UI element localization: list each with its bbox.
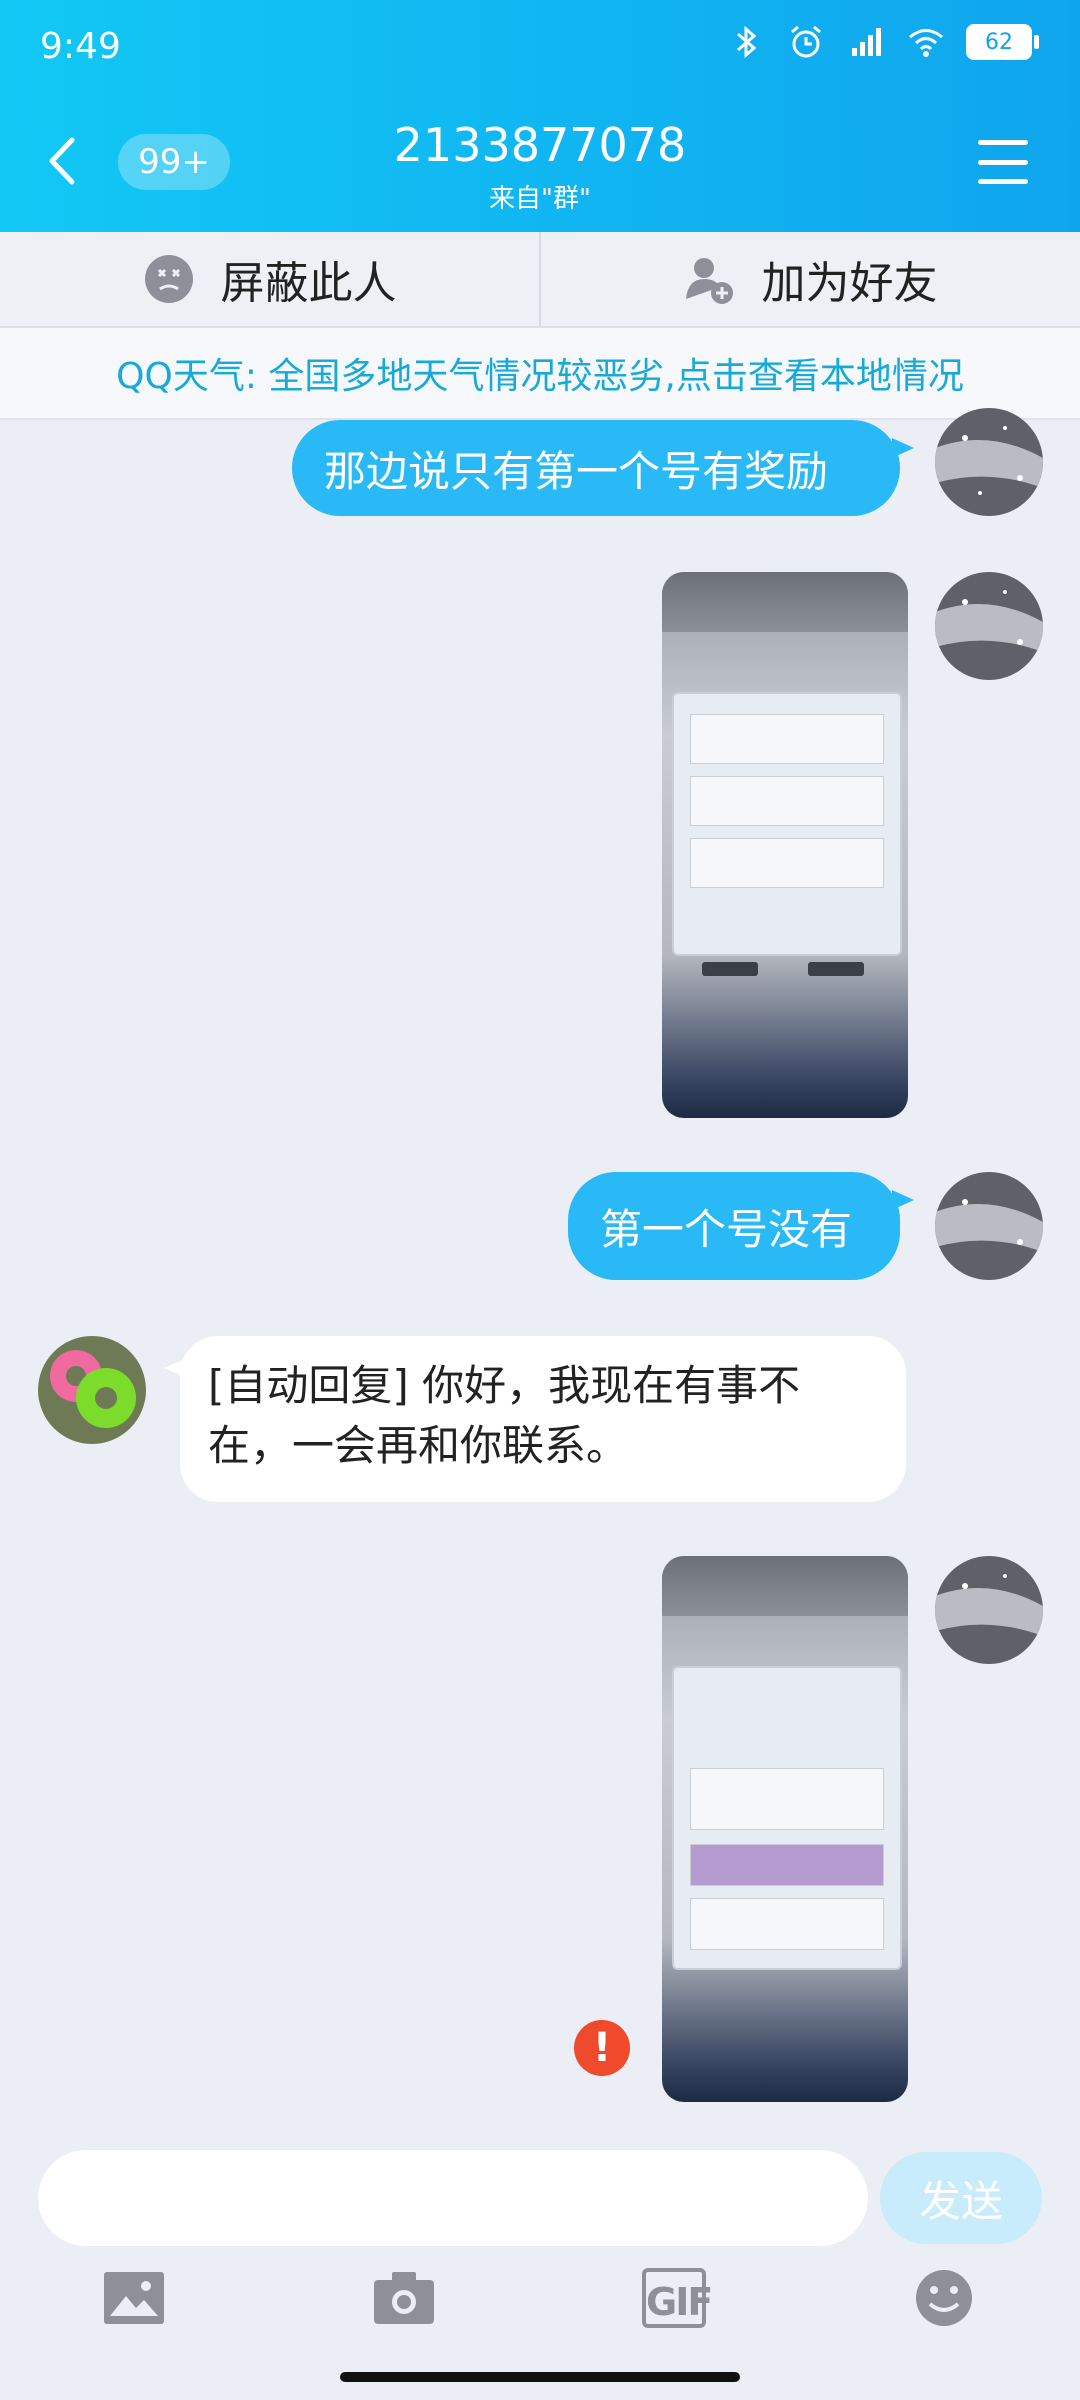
my-avatar[interactable]	[935, 572, 1043, 680]
chat-title: 2133877078	[393, 118, 687, 172]
signal-icon	[852, 28, 881, 56]
message-bubble-incoming[interactable]: [自动回复] 你好，我现在有事不在，一会再和你联系。	[164, 1336, 906, 1502]
message-input[interactable]	[38, 2150, 868, 2246]
send-button[interactable]: 发送	[880, 2152, 1042, 2244]
status-icons: 62	[726, 22, 1039, 62]
stranger-action-bar: 屏蔽此人 加为好友	[0, 232, 1080, 328]
send-failed-icon[interactable]: !	[574, 2020, 630, 2076]
contact-avatar[interactable]	[38, 1336, 146, 1444]
block-user-button[interactable]: 屏蔽此人	[0, 232, 539, 326]
chat-subtitle: 来自"群"	[489, 184, 591, 214]
game-profile-screenshot[interactable]	[662, 1556, 908, 2102]
bluetooth-icon	[737, 25, 757, 59]
game-mail-screenshot[interactable]	[662, 572, 908, 1118]
image-icon[interactable]	[102, 2268, 166, 2328]
emoji-icon[interactable]	[912, 2268, 976, 2328]
input-toolbar: GIF	[0, 2262, 1080, 2342]
home-indicator[interactable]	[340, 2372, 740, 2382]
wifi-icon	[909, 29, 943, 57]
gif-icon[interactable]: GIF	[642, 2268, 713, 2328]
add-friend-icon	[685, 258, 733, 304]
status-time: 9:49	[40, 26, 121, 67]
message-bubble-outgoing[interactable]: 那边说只有第一个号有奖励	[292, 420, 914, 516]
add-friend-label: 加为好友	[761, 258, 938, 309]
block-user-label: 屏蔽此人	[220, 258, 397, 309]
message-bubble-outgoing[interactable]: 第一个号没有	[568, 1172, 914, 1280]
add-friend-button[interactable]: 加为好友	[539, 232, 1080, 326]
my-avatar[interactable]	[935, 1556, 1043, 1664]
weather-notice-banner[interactable]: QQ天气: 全国多地天气情况较恶劣,点击查看本地情况	[0, 328, 1080, 420]
chat-header: 9:49 62 99+ 2133877078 来自"群"	[0, 0, 1080, 232]
camera-icon[interactable]	[372, 2268, 436, 2328]
alarm-icon	[791, 25, 821, 58]
menu-icon[interactable]	[978, 140, 1028, 184]
battery-indicator: 62	[966, 24, 1039, 60]
block-face-icon	[144, 255, 193, 303]
my-avatar[interactable]	[935, 1172, 1043, 1280]
my-avatar[interactable]	[935, 408, 1043, 516]
